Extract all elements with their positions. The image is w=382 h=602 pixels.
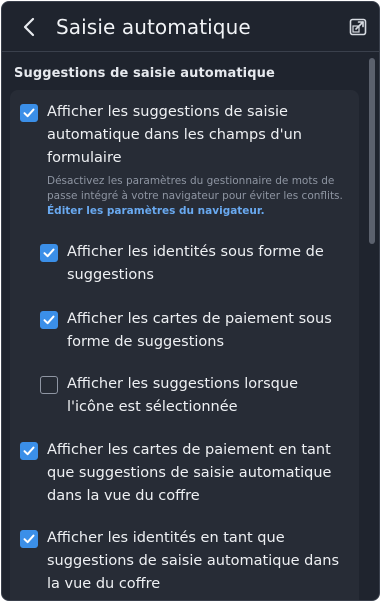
option-label: Afficher les cartes de paiement sous for…	[67, 311, 332, 350]
popout-button[interactable]	[347, 16, 369, 38]
option-label: Afficher les suggestions lorsque l'icône…	[67, 376, 299, 415]
chevron-left-icon	[23, 17, 35, 37]
option-label: Afficher les cartes de paiement en tant …	[47, 442, 332, 504]
option-cards-vault-view[interactable]: Afficher les cartes de paiement en tant …	[20, 439, 340, 508]
option-show-on-icon[interactable]: Afficher les suggestions lorsque l'icône…	[40, 373, 310, 419]
option-label: Afficher les identités en tant que sugge…	[47, 530, 339, 592]
help-text: Désactivez les paramètres du gestionnair…	[47, 174, 357, 219]
scrollbar-thumb[interactable]	[369, 58, 375, 244]
option-show-cards[interactable]: Afficher les cartes de paiement sous for…	[40, 308, 340, 354]
checkbox-checked[interactable]	[20, 104, 38, 122]
option-identities-vault-view[interactable]: Afficher les identités en tant que sugge…	[20, 527, 340, 596]
checkmark-icon	[23, 446, 35, 456]
browser-settings-link[interactable]: Éditer les paramètres du navigateur.	[47, 205, 265, 217]
option-show-autofill-suggestions[interactable]: Afficher les suggestions de saisie autom…	[20, 101, 340, 170]
scrollbar[interactable]	[368, 54, 376, 600]
section-heading: Suggestions de saisie automatique	[14, 66, 275, 81]
autofill-settings-window: Saisie automatique Suggestions de saisie…	[1, 1, 380, 601]
checkbox-checked[interactable]	[40, 311, 58, 329]
header: Saisie automatique	[2, 2, 379, 52]
back-button[interactable]	[16, 14, 42, 40]
option-label: Afficher les suggestions de saisie autom…	[47, 104, 302, 166]
checkbox-checked[interactable]	[20, 530, 38, 548]
option-label: Afficher les identités sous forme de sug…	[67, 244, 324, 283]
checkbox-checked[interactable]	[20, 442, 38, 460]
page-title: Saisie automatique	[56, 15, 251, 39]
checkmark-icon	[43, 248, 55, 258]
checkbox-unchecked[interactable]	[40, 376, 58, 394]
help-description: Désactivez les paramètres du gestionnair…	[47, 175, 343, 202]
option-show-identities[interactable]: Afficher les identités sous forme de sug…	[40, 241, 340, 287]
popout-window-icon	[349, 18, 367, 36]
checkbox-checked[interactable]	[40, 244, 58, 262]
checkmark-icon	[23, 534, 35, 544]
checkmark-icon	[43, 315, 55, 325]
checkmark-icon	[23, 108, 35, 118]
